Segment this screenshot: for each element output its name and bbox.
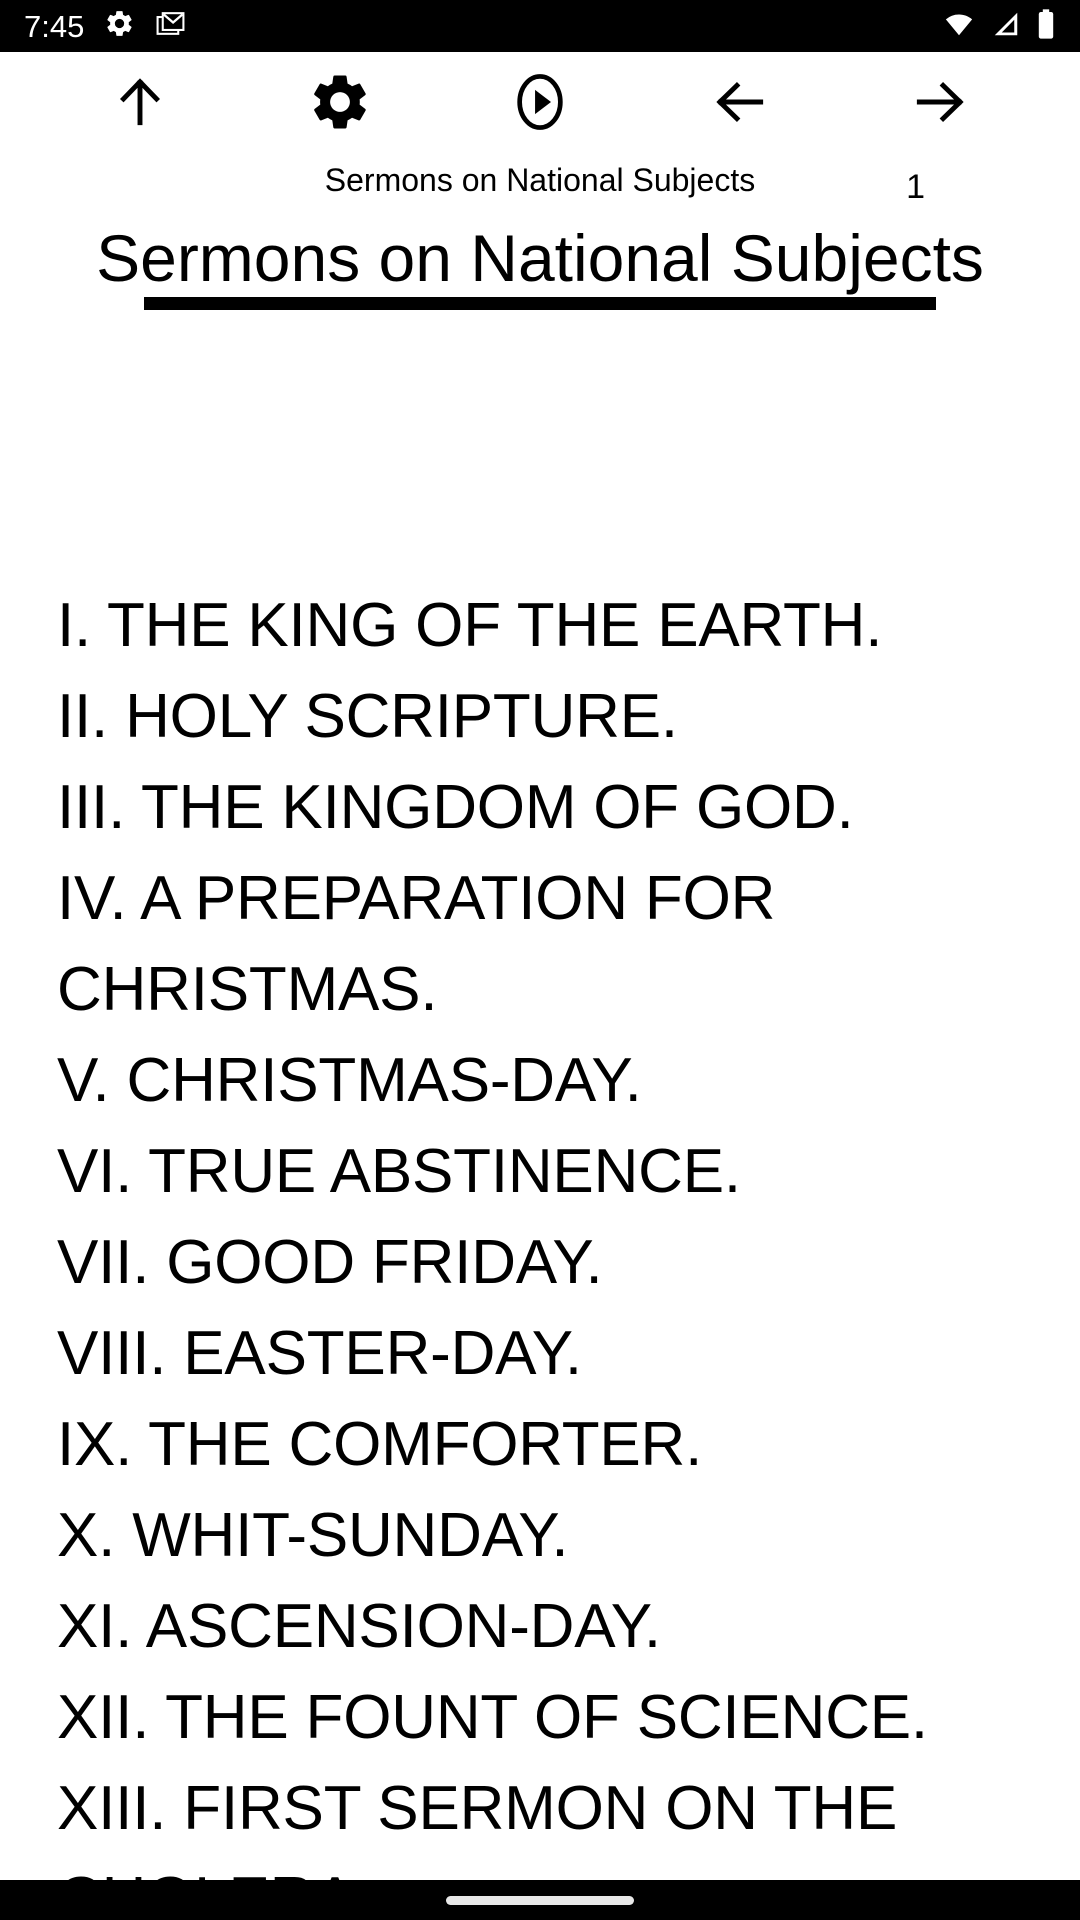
list-item[interactable]: VII. GOOD FRIDAY. [57, 1217, 957, 1308]
list-item[interactable]: XIII. FIRST SERMON ON THE CHOLERA. [57, 1763, 957, 1880]
previous-page-button[interactable] [690, 54, 790, 154]
play-circle-icon [507, 69, 573, 140]
list-item[interactable]: XII. THE FOUNT OF SCIENCE. [57, 1672, 957, 1763]
settings-gear-icon [104, 8, 135, 44]
reader-toolbar [0, 52, 1080, 156]
list-item[interactable]: X. WHIT-SUNDAY. [57, 1490, 957, 1581]
arrow-left-icon [709, 71, 771, 138]
status-bar: 7:45 [0, 0, 1080, 52]
status-bar-right [942, 8, 1056, 45]
list-item[interactable]: III. THE KINGDOM OF GOD. [57, 762, 957, 853]
list-item[interactable]: IX. THE COMFORTER. [57, 1399, 957, 1490]
gmail-icon [155, 8, 186, 44]
status-bar-left: 7:45 [24, 8, 186, 44]
title-divider-rule [144, 297, 936, 310]
next-page-button[interactable] [890, 54, 990, 154]
play-button[interactable] [490, 54, 590, 154]
app-screen: 7:45 Sermons on National Subjects 1 Serm… [0, 0, 1080, 1920]
cellular-signal-icon [990, 9, 1022, 44]
system-navigation-bar [0, 1880, 1080, 1920]
battery-full-icon [1036, 8, 1056, 45]
home-indicator[interactable] [446, 1895, 634, 1905]
list-item[interactable]: VIII. EASTER-DAY. [57, 1308, 957, 1399]
list-item[interactable]: XI. ASCENSION-DAY. [57, 1581, 957, 1672]
wifi-icon [942, 9, 976, 44]
list-item[interactable]: I. THE KING OF THE EARTH. [57, 580, 957, 671]
status-bar-clock: 7:45 [24, 8, 85, 44]
settings-button[interactable] [290, 54, 390, 154]
document-page[interactable]: Sermons on National Subjects 1 Sermons o… [0, 156, 1080, 1880]
page-title: Sermons on National Subjects [96, 221, 984, 295]
gear-icon [307, 69, 373, 140]
list-item[interactable]: V. CHRISTMAS-DAY. [57, 1035, 957, 1126]
list-item[interactable]: IV. A PREPARATION FOR CHRISTMAS. [57, 853, 957, 1035]
arrow-up-icon [109, 71, 171, 138]
arrow-right-icon [909, 71, 971, 138]
page-number: 1 [906, 168, 925, 206]
scroll-to-top-button[interactable] [90, 54, 190, 154]
list-item[interactable]: VI. TRUE ABSTINENCE. [57, 1126, 957, 1217]
running-head-text: Sermons on National Subjects [324, 162, 756, 198]
table-of-contents: I. THE KING OF THE EARTH. II. HOLY SCRIP… [57, 580, 957, 1880]
list-item[interactable]: II. HOLY SCRIPTURE. [57, 671, 957, 762]
